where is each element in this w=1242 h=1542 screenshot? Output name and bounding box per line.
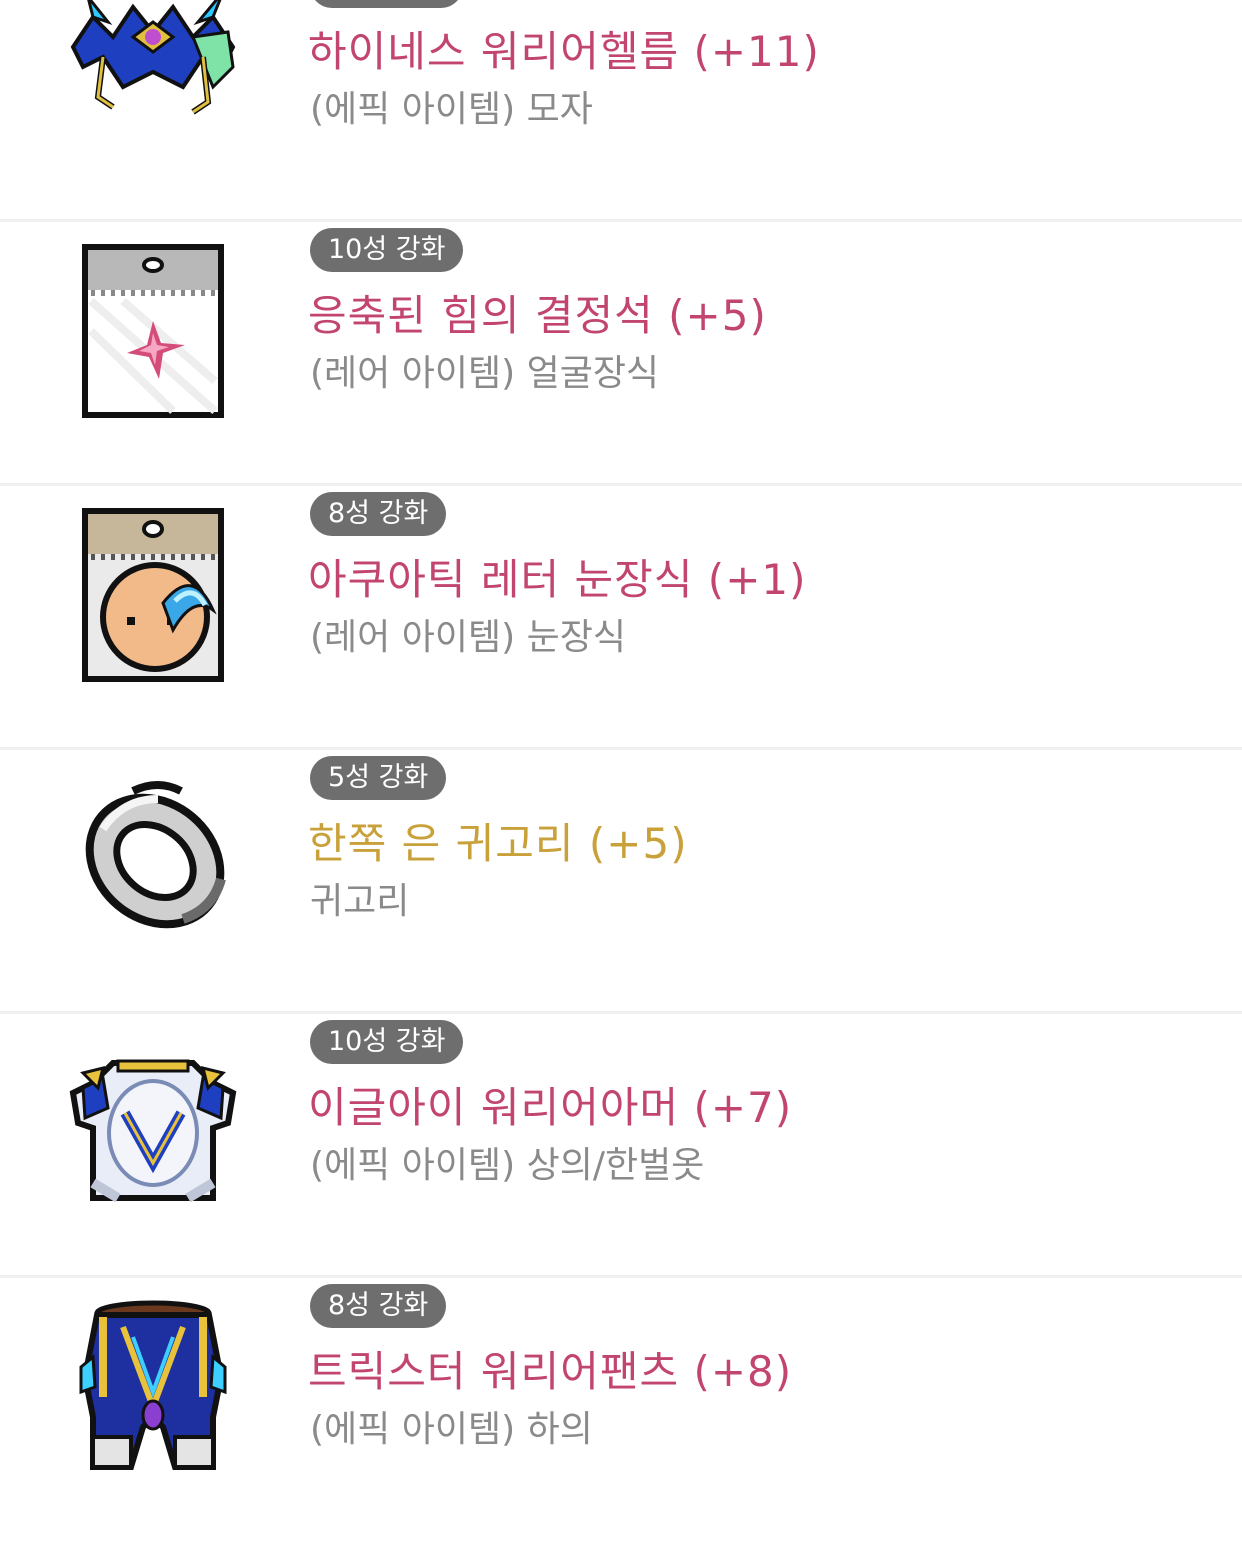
item-name: 트릭스터 워리어팬츠 (+8) <box>308 1347 793 1396</box>
silver-earring-icon <box>58 764 248 954</box>
item-name: 아쿠아틱 레터 눈장식 (+1) <box>308 555 807 604</box>
enhancement-badge: 10성 강화 <box>310 228 464 272</box>
enhancement-badge: 5성 강화 <box>310 756 447 800</box>
warrior-pants-icon <box>58 1292 248 1482</box>
list-item[interactable]: 8성 강화 아쿠아틱 레터 눈장식 (+1) (레어 아이템) 눈장식 <box>0 486 1242 750</box>
item-name: 응축된 힘의 결정석 (+5) <box>308 291 767 340</box>
item-type: 귀고리 <box>310 881 410 922</box>
face-accessory-icon <box>58 236 248 426</box>
list-item[interactable]: 10성 강화 응축된 힘의 결정석 (+5) (레어 아이템) 얼굴장식 <box>0 222 1242 486</box>
eye-accessory-icon <box>58 500 248 690</box>
item-type: (에픽 아이템) 하의 <box>310 1409 593 1450</box>
enhancement-badge: 8성 강화 <box>310 492 447 536</box>
enhancement-badge: 10성 강화 <box>310 0 464 8</box>
item-type: (에픽 아이템) 모자 <box>310 89 593 130</box>
enhancement-badge: 10성 강화 <box>310 1020 464 1064</box>
item-name: 한쪽 은 귀고리 (+5) <box>308 819 688 868</box>
item-type: (레어 아이템) 눈장식 <box>310 617 626 658</box>
equipment-list: 10성 강화 하이네스 워리어헬름 (+11) (에픽 아이템) 모자 10성 … <box>0 0 1242 1538</box>
item-name: 이글아이 워리어아머 (+7) <box>308 1083 793 1132</box>
list-item[interactable]: 10성 강화 하이네스 워리어헬름 (+11) (에픽 아이템) 모자 <box>0 0 1242 222</box>
item-name: 하이네스 워리어헬름 (+11) <box>308 27 820 76</box>
item-type: (에픽 아이템) 상의/한벌옷 <box>310 1145 705 1186</box>
list-item[interactable]: 10성 강화 이글아이 워리어아머 (+7) (에픽 아이템) 상의/한벌옷 <box>0 1014 1242 1278</box>
enhancement-badge: 8성 강화 <box>310 1284 447 1328</box>
list-item[interactable]: 8성 강화 트릭스터 워리어팬츠 (+8) (에픽 아이템) 하의 <box>0 1278 1242 1542</box>
item-type: (레어 아이템) 얼굴장식 <box>310 353 660 394</box>
warrior-helm-icon <box>58 0 248 162</box>
warrior-armor-icon <box>58 1028 248 1218</box>
list-item[interactable]: 5성 강화 한쪽 은 귀고리 (+5) 귀고리 <box>0 750 1242 1014</box>
